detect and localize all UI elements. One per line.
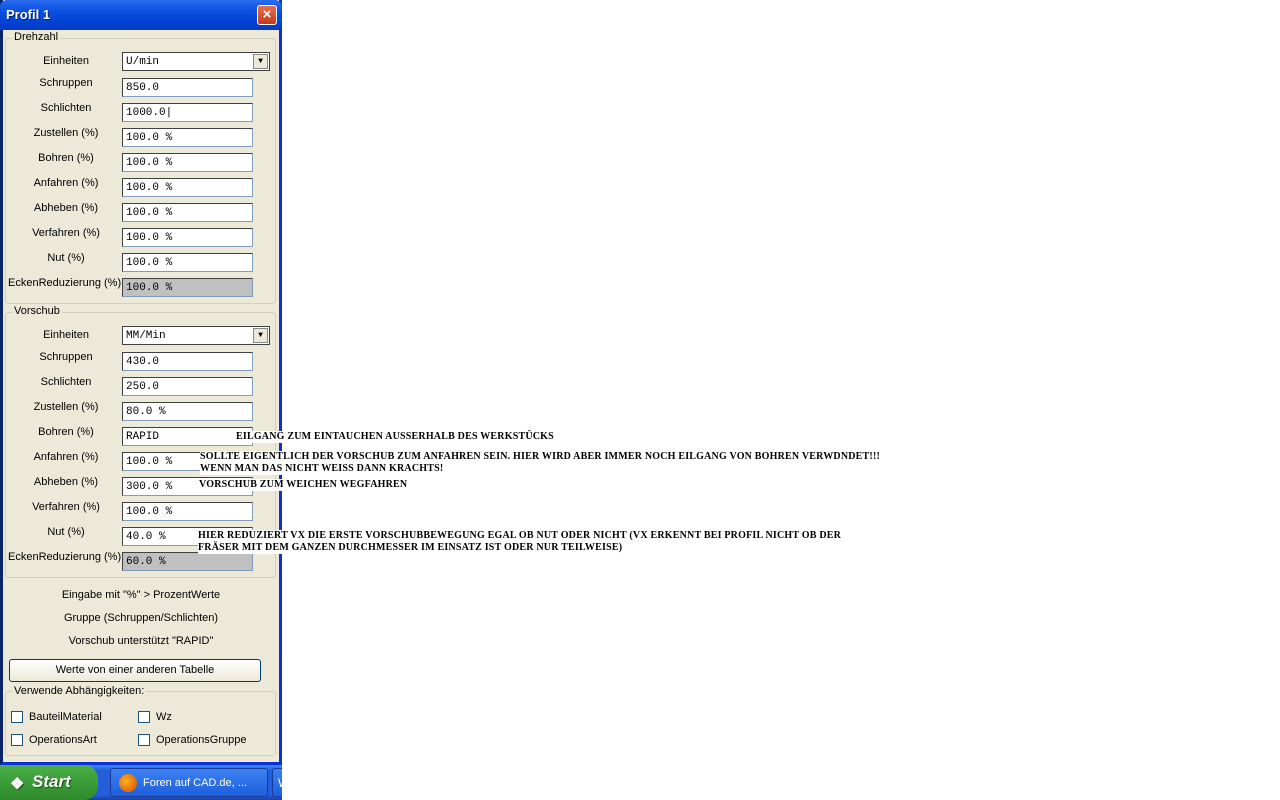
drehzahl-legend: Drehzahl bbox=[12, 31, 61, 43]
drehzahl-verfahren-input[interactable]: 100.0 % bbox=[122, 228, 253, 247]
start-label: Start bbox=[32, 772, 71, 791]
dependencies-legend: Verwende Abhängigkeiten: bbox=[12, 685, 147, 697]
info-percent: Eingabe mit "%" > ProzentWerte bbox=[61, 589, 221, 601]
annotation-nut-2: Fräser mit dem ganzen Durchmesser im Ein… bbox=[198, 542, 623, 554]
vorschub-label-schlichten: Schlichten bbox=[40, 376, 92, 388]
drehzahl-einheiten-label: Einheiten bbox=[43, 55, 89, 67]
vorschub-label-schruppen: Schruppen bbox=[39, 351, 93, 363]
operationsgruppe-checkbox[interactable] bbox=[138, 734, 150, 746]
vorschub-verfahren-input[interactable]: 100.0 % bbox=[122, 502, 253, 521]
firefox-icon bbox=[119, 774, 137, 792]
drehzahl-schruppen-input[interactable]: 850.0 bbox=[122, 78, 253, 97]
chevron-down-icon[interactable]: ▼ bbox=[253, 328, 268, 343]
vorschub-label-abheben: Abheben (%) bbox=[33, 476, 99, 488]
wz-checkbox[interactable] bbox=[138, 711, 150, 723]
vorschub-label-zustellen: Zustellen (%) bbox=[33, 401, 99, 413]
vorschub-zustellen-input[interactable]: 80.0 % bbox=[122, 402, 253, 421]
other-table-button[interactable]: Werte von einer anderen Tabelle bbox=[9, 659, 261, 682]
windows-logo-icon: ❖ bbox=[10, 776, 25, 793]
profil-dialog: Profil 1 × Drehzahl Einheiten U/min ▼ Sc… bbox=[0, 0, 282, 765]
close-button[interactable]: × bbox=[257, 5, 277, 25]
close-icon: × bbox=[262, 6, 272, 23]
operationsgruppe-label: OperationsGruppe bbox=[156, 734, 247, 746]
vorschub-einheiten-select[interactable]: MM/Min ▼ bbox=[122, 326, 270, 345]
window-title: Profil 1 bbox=[6, 7, 51, 22]
vorschub-einheiten-value: MM/Min bbox=[126, 330, 166, 342]
annotation-bohren: Eilgang zum Eintauchen ausserhalb des We… bbox=[236, 431, 554, 443]
taskbar-item-label: Foren auf CAD.de, ... bbox=[143, 777, 247, 789]
taskbar: ❖ Start Foren auf CAD.de, ... W bbox=[0, 765, 282, 800]
vorschub-bohren-input[interactable]: RAPID bbox=[122, 427, 253, 446]
taskbar-item-firefox[interactable]: Foren auf CAD.de, ... bbox=[110, 768, 268, 797]
title-bar[interactable]: Profil 1 × bbox=[0, 0, 282, 30]
vorschub-einheiten-label: Einheiten bbox=[43, 329, 89, 341]
vorschub-schruppen-input[interactable]: 430.0 bbox=[122, 352, 253, 371]
taskbar-item-second-label: W bbox=[278, 776, 282, 790]
drehzahl-label-abheben: Abheben (%) bbox=[33, 202, 99, 214]
drehzahl-bohren-input[interactable]: 100.0 % bbox=[122, 153, 253, 172]
drehzahl-eckenreduzierung-input: 100.0 % bbox=[122, 278, 253, 297]
info-group: Gruppe (Schruppen/Schlichten) bbox=[63, 612, 219, 624]
operationsart-checkbox[interactable] bbox=[11, 734, 23, 746]
vorschub-label-eckenreduzierung: EckenReduzierung (%) bbox=[8, 551, 122, 563]
chevron-down-icon[interactable]: ▼ bbox=[253, 54, 268, 69]
vorschub-schlichten-input[interactable]: 250.0 bbox=[122, 377, 253, 396]
drehzahl-abheben-input[interactable]: 100.0 % bbox=[122, 203, 253, 222]
annotation-nut-1: Hier reduziert VX die erste Vorschubbewe… bbox=[198, 530, 842, 542]
annotation-anfahren-1: Sollte eigentlich der Vorschub zum Anfah… bbox=[200, 451, 881, 463]
annotation-anfahren-2: Wenn man das nicht weiss dann krachts! bbox=[200, 463, 444, 475]
vorschub-label-bohren: Bohren (%) bbox=[38, 426, 94, 438]
drehzahl-anfahren-input[interactable]: 100.0 % bbox=[122, 178, 253, 197]
wz-label: Wz bbox=[156, 711, 172, 723]
info-rapid: Vorschub unterstützt "RAPID" bbox=[68, 635, 214, 647]
drehzahl-label-nut: Nut (%) bbox=[47, 252, 85, 264]
drehzahl-schlichten-input[interactable]: 1000.0| bbox=[122, 103, 253, 122]
bauteilmaterial-label: BauteilMaterial bbox=[29, 711, 102, 723]
drehzahl-einheiten-value: U/min bbox=[126, 56, 160, 68]
drehzahl-label-anfahren: Anfahren (%) bbox=[33, 177, 99, 189]
drehzahl-label-eckenreduzierung: EckenReduzierung (%) bbox=[8, 277, 122, 289]
vorschub-legend: Vorschub bbox=[12, 305, 62, 317]
vorschub-eckenreduzierung-input: 60.0 % bbox=[122, 552, 253, 571]
drehzahl-label-verfahren: Verfahren (%) bbox=[32, 227, 100, 239]
vorschub-label-nut: Nut (%) bbox=[47, 526, 85, 538]
operationsart-label: OperationsArt bbox=[29, 734, 97, 746]
bauteilmaterial-checkbox[interactable] bbox=[11, 711, 23, 723]
drehzahl-label-schlichten: Schlichten bbox=[40, 102, 92, 114]
drehzahl-label-zustellen: Zustellen (%) bbox=[33, 127, 99, 139]
drehzahl-label-schruppen: Schruppen bbox=[39, 77, 93, 89]
dependencies-group bbox=[5, 691, 276, 756]
drehzahl-zustellen-input[interactable]: 100.0 % bbox=[122, 128, 253, 147]
drehzahl-einheiten-select[interactable]: U/min ▼ bbox=[122, 52, 270, 71]
drehzahl-nut-input[interactable]: 100.0 % bbox=[122, 253, 253, 272]
drehzahl-label-bohren: Bohren (%) bbox=[38, 152, 94, 164]
annotation-abheben: Vorschub zum weichen Wegfahren bbox=[199, 479, 408, 491]
taskbar-item-second[interactable]: W bbox=[272, 768, 282, 797]
vorschub-label-anfahren: Anfahren (%) bbox=[33, 451, 99, 463]
start-button[interactable]: ❖ Start bbox=[0, 765, 98, 800]
vorschub-label-verfahren: Verfahren (%) bbox=[32, 501, 100, 513]
